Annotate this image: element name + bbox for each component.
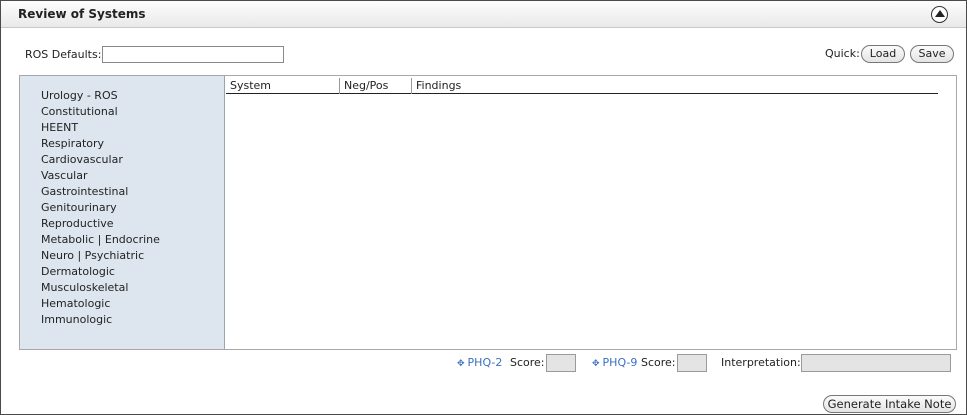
sidebar-item-dermatologic[interactable]: Dermatologic xyxy=(41,264,160,280)
sidebar-item-respiratory[interactable]: Respiratory xyxy=(41,136,160,152)
interpretation-label: Interpretation: xyxy=(721,356,801,369)
sidebar-item-constitutional[interactable]: Constitutional xyxy=(41,104,160,120)
phq9-link-label: PHQ-9 xyxy=(602,356,638,369)
ros-defaults-input[interactable] xyxy=(102,46,284,63)
diamond-icon: ✥ xyxy=(592,359,600,369)
grid-header: System Neg/Pos Findings xyxy=(226,78,938,94)
column-header-neg-pos[interactable]: Neg/Pos xyxy=(340,78,412,94)
generate-intake-note-button[interactable]: Generate Intake Note xyxy=(823,395,956,413)
sidebar-item-vascular[interactable]: Vascular xyxy=(41,168,160,184)
phq9-score-label: Score: xyxy=(641,356,676,369)
panel-header: Review of Systems xyxy=(1,1,966,28)
system-list: Urology - ROS Constitutional HEENT Respi… xyxy=(41,88,160,328)
ros-defaults-label: ROS Defaults: xyxy=(25,48,102,61)
chevron-up-icon xyxy=(935,10,945,17)
page-title: Review of Systems xyxy=(18,7,146,21)
phq9-link[interactable]: ✥ PHQ-9 xyxy=(592,356,637,369)
sidebar-item-cardiovascular[interactable]: Cardiovascular xyxy=(41,152,160,168)
phq2-score-field xyxy=(546,354,576,372)
sidebar-item-gastrointestinal[interactable]: Gastrointestinal xyxy=(41,184,160,200)
phq2-link-label: PHQ-2 xyxy=(467,356,503,369)
quick-label: Quick: xyxy=(825,47,860,60)
sidebar-item-genitourinary[interactable]: Genitourinary xyxy=(41,200,160,216)
phq2-link[interactable]: ✥ PHQ-2 xyxy=(457,356,502,369)
column-header-system[interactable]: System xyxy=(226,78,340,94)
ros-main-box: Urology - ROS Constitutional HEENT Respi… xyxy=(19,75,957,350)
sidebar-item-metabolic-endocrine[interactable]: Metabolic | Endocrine xyxy=(41,232,160,248)
phq-score-row: ✥ PHQ-2 Score: ✥ PHQ-9 Score: Interpretati… xyxy=(1,353,966,373)
column-header-findings[interactable]: Findings xyxy=(412,78,938,94)
sidebar-item-hematologic[interactable]: Hematologic xyxy=(41,296,160,312)
interpretation-field xyxy=(801,354,951,372)
system-sidebar: Urology - ROS Constitutional HEENT Respi… xyxy=(20,76,225,349)
sidebar-item-immunologic[interactable]: Immunologic xyxy=(41,312,160,328)
sidebar-item-musculoskeletal[interactable]: Musculoskeletal xyxy=(41,280,160,296)
load-button[interactable]: Load xyxy=(861,45,905,63)
grid-scroll-area xyxy=(939,76,956,349)
review-of-systems-panel: Review of Systems ROS Defaults: Quick: L… xyxy=(0,0,967,415)
findings-grid: System Neg/Pos Findings xyxy=(226,76,956,349)
phq9-score-field xyxy=(677,354,707,372)
sidebar-item-heent[interactable]: HEENT xyxy=(41,120,160,136)
save-button[interactable]: Save xyxy=(910,45,954,63)
phq2-score-label: Score: xyxy=(510,356,545,369)
collapse-button[interactable] xyxy=(931,6,948,23)
sidebar-item-urology-ros[interactable]: Urology - ROS xyxy=(41,88,160,104)
sidebar-item-neuro-psychiatric[interactable]: Neuro | Psychiatric xyxy=(41,248,160,264)
sidebar-item-reproductive[interactable]: Reproductive xyxy=(41,216,160,232)
diamond-icon: ✥ xyxy=(457,359,465,369)
